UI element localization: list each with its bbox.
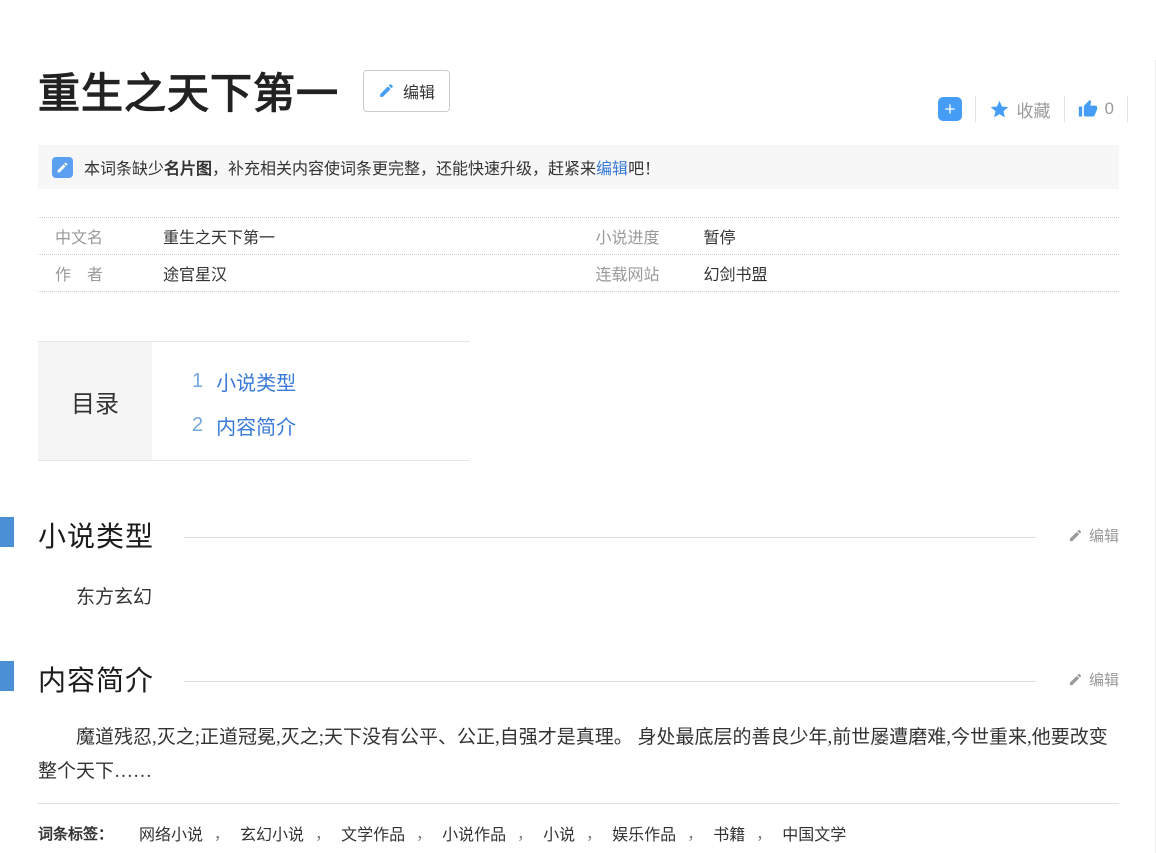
section-marker	[0, 661, 14, 691]
divider	[1064, 96, 1065, 122]
info-value: 幻剑书盟	[704, 261, 768, 285]
tag-link[interactable]: 小说作品	[442, 821, 506, 845]
section-edit-link[interactable]: 编辑	[1068, 669, 1119, 690]
section-marker	[0, 517, 14, 547]
divider	[1127, 96, 1128, 122]
tag-link[interactable]: 娱乐作品	[612, 821, 676, 845]
toc-item-synopsis[interactable]: 2 内容简介	[192, 411, 296, 440]
tag-link[interactable]: 网络小说	[139, 821, 203, 845]
section-rule	[184, 537, 1036, 538]
section-rule	[184, 681, 1036, 682]
like-count: 0	[1105, 99, 1114, 119]
info-label: 作 者	[38, 261, 163, 285]
section-title: 小说类型	[38, 515, 154, 555]
missing-card-notice: 本词条缺少名片图，补充相关内容使词条更完整，还能快速升级，赶紧来编辑吧！	[38, 145, 1119, 189]
info-label: 连载网站	[579, 261, 704, 285]
table-row: 中文名 重生之天下第一 小说进度 暂停	[38, 218, 1119, 255]
section-title: 内容简介	[38, 659, 154, 699]
info-value: 重生之天下第一	[163, 224, 275, 248]
section-header-synopsis: 内容简介 编辑	[38, 659, 1119, 699]
pencil-icon	[1068, 672, 1083, 687]
toc-item-novel-type[interactable]: 1 小说类型	[192, 367, 296, 396]
favorite-button[interactable]: 收藏	[989, 97, 1051, 122]
baike-entry-page: 收藏 0 重生之天下第一 编辑 本	[0, 60, 1156, 853]
tag-link[interactable]: 中国文学	[782, 821, 846, 845]
notice-text: 本词条缺少名片图，补充相关内容使词条更完整，还能快速升级，赶紧来编辑吧！	[84, 155, 660, 179]
star-icon	[989, 99, 1010, 120]
entry-action-bar: 收藏 0	[938, 96, 1141, 122]
synopsis-content: 魔道残忍,灭之;正道冠冕,灭之;天下没有公平、公正,自强才是真理。 身处最底层的…	[38, 721, 1119, 789]
edit-entry-label: 编辑	[403, 79, 435, 103]
tag-link[interactable]: 文学作品	[341, 821, 405, 845]
tag-link[interactable]: 小说	[543, 821, 575, 845]
section-header-novel-type: 小说类型 编辑	[38, 515, 1119, 555]
thumb-up-icon	[1078, 99, 1098, 119]
pencil-icon	[1068, 528, 1083, 543]
toc-list: 1 小说类型 2 内容简介	[152, 342, 296, 460]
page-title: 重生之天下第一	[38, 60, 339, 121]
info-value: 途官星汉	[163, 261, 227, 285]
plus-icon	[942, 101, 958, 117]
table-row: 作 者 途官星汉 连载网站 幻剑书盟	[38, 255, 1119, 292]
basic-info-table: 中文名 重生之天下第一 小说进度 暂停 作 者 途官星汉 连载网站 幻剑书盟	[38, 217, 1119, 292]
pencil-icon	[378, 82, 395, 99]
novel-type-content: 东方玄幻	[38, 581, 1119, 615]
like-button[interactable]: 0	[1078, 99, 1114, 119]
info-label: 小说进度	[579, 224, 704, 248]
notice-edit-link[interactable]: 编辑	[596, 161, 628, 178]
toc-link[interactable]: 内容简介	[216, 411, 296, 440]
table-of-contents: 目录 1 小说类型 2 内容简介	[38, 341, 470, 461]
toc-link[interactable]: 小说类型	[216, 367, 296, 396]
entry-tags: 词条标签： 网络小说， 玄幻小说， 文学作品， 小说作品， 小说， 娱乐作品， …	[38, 821, 1119, 845]
tag-link[interactable]: 书籍	[713, 821, 745, 845]
divider	[975, 96, 976, 122]
toc-title: 目录	[38, 342, 152, 460]
edit-entry-button[interactable]: 编辑	[363, 70, 450, 112]
add-button[interactable]	[938, 97, 962, 121]
favorite-label: 收藏	[1017, 97, 1051, 122]
pencil-badge-icon	[52, 157, 73, 178]
tags-label: 词条标签：	[38, 823, 113, 844]
info-label: 中文名	[38, 224, 163, 248]
section-edit-link[interactable]: 编辑	[1068, 525, 1119, 546]
tag-link[interactable]: 玄幻小说	[240, 821, 304, 845]
divider	[38, 803, 1119, 804]
info-value: 暂停	[704, 224, 736, 248]
